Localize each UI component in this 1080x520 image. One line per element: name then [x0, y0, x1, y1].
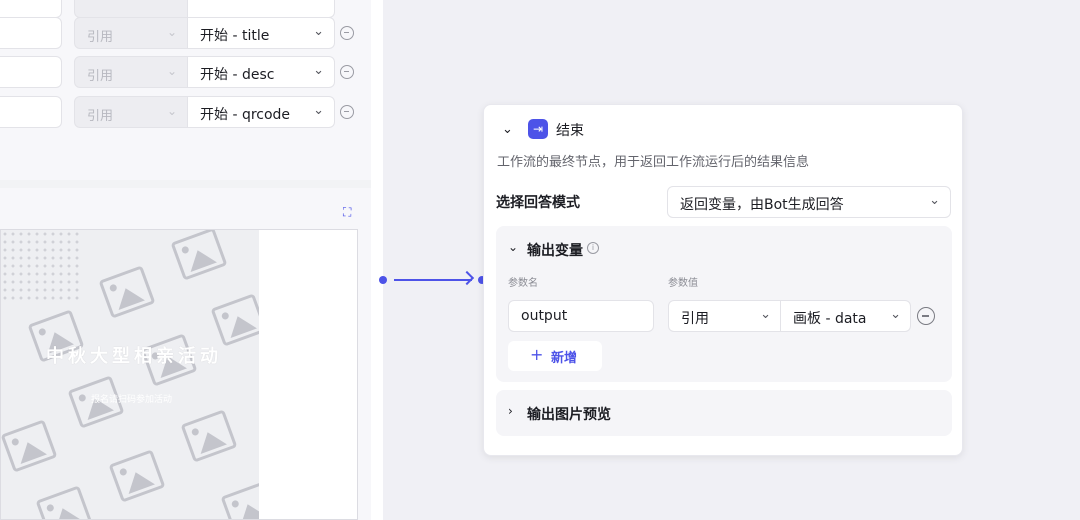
param-value-header: 参数值 — [668, 278, 698, 289]
output-value-select[interactable]: 画板 - data ⌄ — [781, 300, 911, 332]
param-name-input[interactable] — [0, 0, 62, 18]
param-type-label: 引用 — [87, 109, 114, 124]
remove-param-icon[interactable] — [340, 65, 354, 79]
plus-icon: + — [530, 345, 544, 364]
param-name-input[interactable] — [0, 17, 62, 49]
chevron-down-icon: ⌄ — [166, 104, 177, 118]
info-icon[interactable]: i — [587, 242, 599, 254]
node-title: 结束 — [556, 123, 584, 139]
param-row — [0, 0, 371, 18]
param-type-label: 引用 — [87, 30, 114, 45]
chevron-down-icon: ⌄ — [313, 24, 324, 39]
add-output-label: 新增 — [551, 351, 578, 366]
chevron-down-icon: ⌄ — [313, 103, 324, 118]
param-row: 引用 ⌄ 开始 - qrcode ⌄ — [0, 96, 371, 128]
param-row: 引用 ⌄ 开始 - title ⌄ — [0, 17, 371, 49]
param-type-select[interactable] — [74, 0, 188, 18]
poster-subtitle: 报名请扫码参加活动 — [91, 395, 173, 405]
param-type-label: 引用 — [87, 69, 114, 84]
param-name-input[interactable] — [0, 56, 62, 88]
output-name-input[interactable]: output — [508, 300, 654, 332]
chevron-down-icon: ⌄ — [760, 307, 771, 322]
param-list: 引用 ⌄ 开始 - title ⌄ 引用 ⌄ 开始 - desc ⌄ 引用 ⌄ 开始 - … — [0, 0, 371, 180]
param-value-label: 开始 - qrcode — [200, 107, 291, 123]
output-value-value: 画板 - data — [793, 311, 867, 327]
output-variables-title: 输出变量 — [527, 243, 583, 259]
chevron-down-icon: ⌄ — [890, 307, 901, 322]
output-type-value: 引用 — [681, 311, 709, 327]
param-name-header: 参数名 — [508, 278, 538, 289]
chevron-down-icon: ⌄ — [166, 64, 177, 78]
param-type-select[interactable]: 引用 ⌄ — [74, 56, 188, 88]
image-preview-title: 输出图片预览 — [527, 407, 611, 423]
image-placeholder-icon — [1, 419, 58, 473]
end-node[interactable]: ⌄ ⇥ 结束 工作流的最终节点，用于返回工作流运行后的结果信息 选择回答模式 返… — [483, 104, 963, 456]
answer-mode-select[interactable]: 返回变量，由Bot生成回答 ⌄ — [667, 186, 951, 218]
answer-mode-value: 返回变量，由Bot生成回答 — [680, 197, 844, 213]
image-placeholder-icon — [108, 449, 166, 503]
param-value-select[interactable]: 开始 - desc ⌄ — [188, 56, 335, 88]
param-type-select[interactable]: 引用 ⌄ — [74, 17, 188, 49]
chevron-down-icon: ⌄ — [166, 25, 177, 39]
image-placeholder-icon — [35, 485, 93, 519]
remove-param-icon[interactable] — [340, 26, 354, 40]
param-value-label: 开始 - desc — [200, 67, 275, 83]
exit-icon: ⇥ — [528, 119, 548, 139]
image-placeholder-icon — [220, 481, 259, 519]
param-name-input[interactable] — [0, 96, 62, 128]
output-type-select[interactable]: 引用 ⌄ — [668, 300, 781, 332]
chevron-down-icon[interactable]: ⌄ — [502, 122, 513, 137]
output-port[interactable] — [379, 276, 387, 284]
param-row: 引用 ⌄ 开始 - desc ⌄ — [0, 56, 371, 88]
chevron-right-icon[interactable]: › — [508, 404, 513, 418]
chevron-down-icon[interactable]: ⌄ — [508, 240, 518, 254]
chevron-down-icon: ⌄ — [929, 193, 940, 208]
output-name-value: output — [521, 308, 568, 324]
poster-title: 中秋大型相亲活动 — [46, 346, 222, 367]
expand-icon[interactable]: ⛶ — [343, 205, 351, 220]
dot-pattern — [1, 230, 81, 300]
output-variables-section: ⌄ 输出变量 i 参数名 参数值 output 引用 ⌄ 画板 - data ⌄… — [496, 226, 952, 382]
remove-param-icon[interactable] — [340, 105, 354, 119]
image-placeholder-icon — [210, 293, 259, 347]
param-value-select[interactable]: 开始 - title ⌄ — [188, 17, 335, 49]
canvas-preview: 中秋大型相亲活动 报名请扫码参加活动 — [0, 229, 358, 520]
param-value-label: 开始 - title — [200, 28, 270, 44]
image-placeholder-icon — [170, 230, 228, 281]
remove-output-icon[interactable] — [917, 307, 935, 325]
image-preview-section[interactable]: › 输出图片预览 — [496, 390, 952, 436]
chevron-down-icon: ⌄ — [313, 63, 324, 78]
start-node-panel: 引用 ⌄ 开始 - title ⌄ 引用 ⌄ 开始 - desc ⌄ 引用 ⌄ 开始 - … — [0, 0, 371, 520]
add-output-button[interactable]: + 新增 — [508, 341, 602, 371]
poster-image: 中秋大型相亲活动 报名请扫码参加活动 — [1, 230, 259, 519]
image-placeholder-icon — [180, 409, 238, 463]
param-value-select[interactable] — [188, 0, 335, 18]
image-placeholder-icon — [98, 265, 156, 319]
panel-divider — [371, 0, 383, 520]
answer-mode-label: 选择回答模式 — [496, 195, 580, 211]
param-value-select[interactable]: 开始 - qrcode ⌄ — [188, 96, 335, 128]
node-description: 工作流的最终节点，用于返回工作流运行后的结果信息 — [497, 155, 810, 170]
param-type-select[interactable]: 引用 ⌄ — [74, 96, 188, 128]
arrow-icon — [459, 270, 475, 286]
